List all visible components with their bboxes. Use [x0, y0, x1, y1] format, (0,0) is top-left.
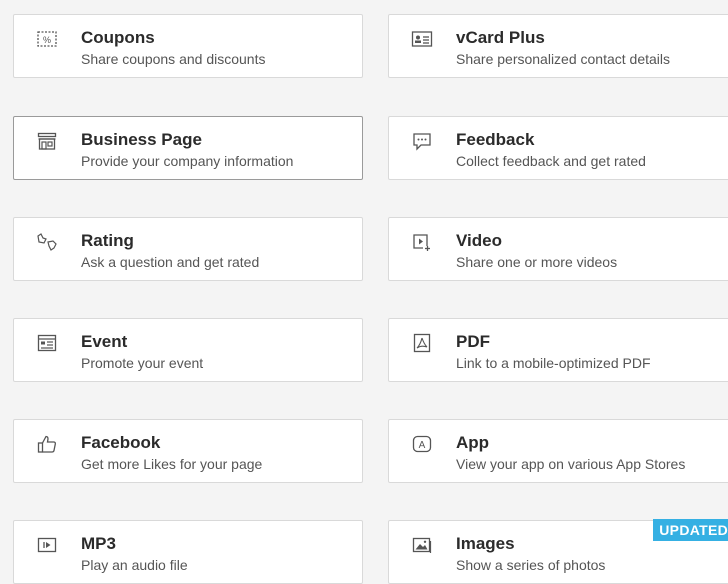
card-description: Share one or more videos [456, 254, 618, 270]
updated-badge: UPDATED [653, 519, 728, 541]
card-title: vCard Plus [456, 28, 545, 47]
card-event[interactable]: Event Promote your event [13, 318, 363, 382]
card-title: App [456, 433, 490, 452]
card-video[interactable]: Video Share one or more videos [388, 217, 728, 281]
card-description: Link to a mobile-optimized PDF [456, 355, 651, 371]
card-images[interactable]: Images Show a series of photos UPDATED [388, 519, 728, 584]
like-icon [36, 434, 58, 454]
card-description: Play an audio file [81, 557, 188, 573]
card-description: Share coupons and discounts [81, 51, 266, 67]
card-title: Business Page [81, 130, 202, 149]
card-title: Feedback [456, 130, 535, 149]
coupon-icon: % [36, 29, 58, 49]
audio-icon [36, 535, 58, 555]
card-description: Collect feedback and get rated [456, 153, 646, 169]
event-icon [36, 333, 58, 353]
card-description: Promote your event [81, 355, 204, 371]
card-title: Images [456, 534, 515, 553]
feedback-icon [411, 131, 433, 151]
card-description: Show a series of photos [456, 557, 606, 573]
app-icon: A [411, 434, 433, 454]
images-icon [411, 535, 433, 555]
card-description: Get more Likes for your page [81, 456, 263, 472]
card-title: PDF [456, 332, 490, 351]
card-title: Event [81, 332, 128, 351]
thumbs-icon [36, 232, 58, 252]
card-vcard-plus[interactable]: vCard Plus Share personalized contact de… [388, 14, 728, 78]
card-description: Share personalized contact details [456, 51, 671, 67]
card-description: Ask a question and get rated [81, 254, 260, 270]
card-feedback[interactable]: Feedback Collect feedback and get rated [388, 116, 728, 180]
card-mp3[interactable]: MP3 Play an audio file [13, 520, 363, 584]
store-icon [36, 131, 58, 151]
card-title: Facebook [81, 433, 161, 452]
card-pdf[interactable]: PDF Link to a mobile-optimized PDF [388, 318, 728, 382]
pdf-icon [411, 333, 433, 353]
card-title: Video [456, 231, 502, 250]
card-title: MP3 [81, 534, 116, 553]
card-facebook[interactable]: Facebook Get more Likes for your page [13, 419, 363, 483]
card-description: View your app on various App Stores [456, 456, 686, 472]
card-description: Provide your company information [81, 153, 294, 169]
card-rating[interactable]: Rating Ask a question and get rated [13, 217, 363, 281]
card-business-page[interactable]: Business Page Provide your company infor… [13, 116, 363, 180]
vcard-icon [411, 29, 433, 49]
card-coupons[interactable]: % Coupons Share coupons and discounts [13, 14, 363, 78]
card-title: Rating [81, 231, 134, 250]
video-icon [411, 232, 433, 252]
svg-text:A: A [419, 440, 426, 451]
card-app[interactable]: A App View your app on various App Store… [388, 419, 728, 483]
svg-text:%: % [43, 35, 51, 45]
card-title: Coupons [81, 28, 155, 47]
